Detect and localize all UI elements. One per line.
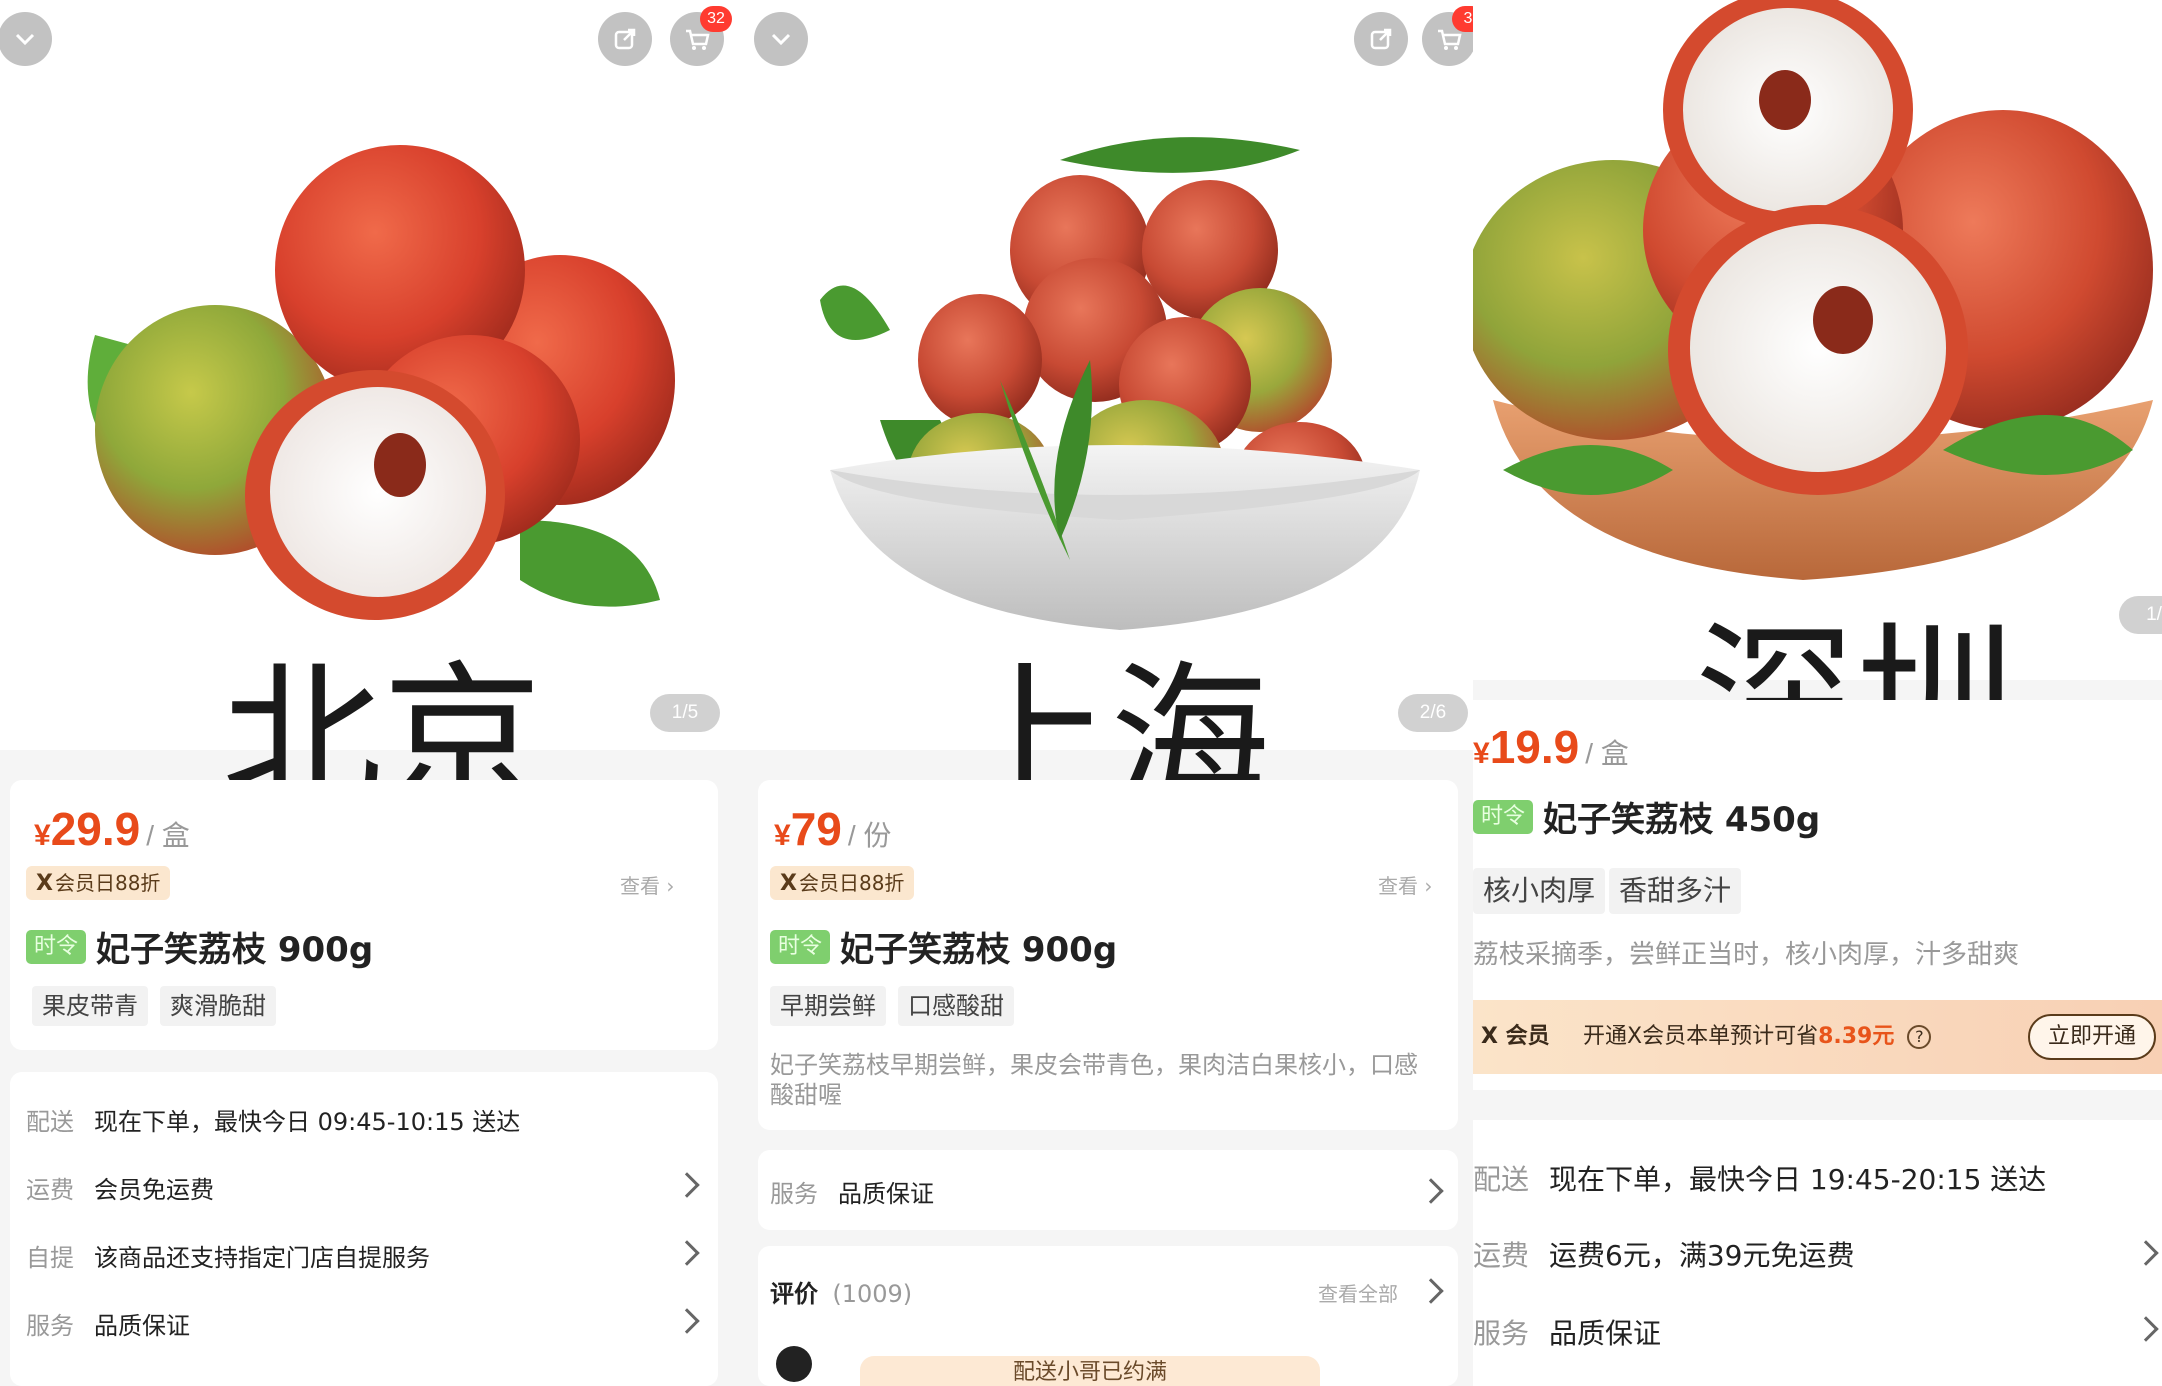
chevron-right-icon [674, 1172, 700, 1198]
chevron-right-icon [1418, 1178, 1444, 1204]
chevron-right-icon [2133, 1316, 2159, 1342]
feature-chip: 果皮带青 [32, 986, 148, 1026]
price-card: ¥79/ 份 X 会员日88折 查看 › 时令 妃子笑荔枝 900g 早期尝鲜 口… [758, 780, 1458, 1130]
chevron-right-icon [674, 1240, 700, 1266]
product-description: 荔枝采摘季，尝鲜正当时，核小肉厚，汁多甜爽 [1473, 940, 2020, 970]
product-title-row: 时令 妃子笑荔枝 900g [770, 922, 1117, 971]
seasonal-tag: 时令 [1473, 799, 1534, 834]
service-row: 服务 品质保证 [770, 1180, 934, 1208]
collapse-button[interactable] [0, 12, 52, 66]
comparison-collage: 32 1/5 北京 ¥29.9/ 盒 X 会员日88折 查看 › 时令 妃子笑荔枝… [0, 0, 2162, 1386]
feature-chip: 爽滑脆甜 [160, 986, 276, 1026]
service-row[interactable]: 服务 品质保证 [1473, 1312, 1661, 1352]
delivery-row: 配送 现在下单，最快今日 09:45-10:15 送达 [26, 1108, 521, 1136]
cart-count-badge: 32 [700, 6, 732, 32]
delivery-full-banner: 配送小哥已约满 [860, 1356, 1320, 1386]
service-row[interactable]: 服务 品质保证 [26, 1306, 190, 1341]
share-icon [614, 28, 636, 50]
lychee-photo [87, 145, 675, 620]
vip-upsell-bar: X 会员 开通X会员本单预计可省8.39元 ? 立即开通 [1473, 1000, 2162, 1074]
avatar [776, 1346, 812, 1382]
activate-vip-button[interactable]: 立即开通 [2028, 1014, 2156, 1060]
product-title-row: 时令 妃子笑荔枝 450g [1473, 792, 1820, 841]
delivery-row: 配送 现在下单，最快今日 19:45-20:15 送达 [1473, 1163, 2047, 1196]
price: ¥19.9/ 盒 [1473, 721, 1629, 773]
product-title: 妃子笑荔枝 900g [96, 930, 374, 970]
share-button[interactable] [1354, 12, 1408, 66]
chevron-right-icon [2133, 1240, 2159, 1266]
shipping-fee-row[interactable]: 运费 会员免运费 [26, 1170, 214, 1205]
shenzhen-product-screen: 1/ 深圳 ¥19.9/ 盒 时令 妃子笑荔枝 450g 核小肉厚 香甜多汁 荔… [1473, 0, 2162, 1386]
info-card: 配送 现在下单，最快今日 19:45-20:15 送达 运费 运费6元，满39元免运… [1473, 1120, 2162, 1386]
shanghai-product-screen: 3 2/6 上海 ¥79/ 份 X 会员日88折 查看 › 时令 妃子笑荔枝 90… [740, 0, 1473, 1386]
collapse-button[interactable] [754, 12, 808, 66]
price: ¥29.9/ 盒 [34, 803, 190, 855]
beijing-product-screen: 32 1/5 北京 ¥29.9/ 盒 X 会员日88折 查看 › 时令 妃子笑荔枝… [0, 0, 740, 1386]
view-member-link[interactable]: 查看 › [1378, 870, 1432, 899]
view-member-link[interactable]: 查看 › [620, 870, 674, 899]
share-button[interactable] [598, 12, 652, 66]
share-icon [1370, 28, 1392, 50]
product-image-gallery[interactable]: 3 2/6 [740, 0, 1473, 750]
image-pager: 1/ [2119, 596, 2162, 634]
cart-count-badge: 3 [1452, 6, 1473, 32]
product-description: 妃子笑荔枝早期尝鲜，果皮会带青色，果肉洁白果核小，口感酸甜喔 [770, 1051, 1418, 1109]
product-title: 妃子笑荔枝 450g [1543, 800, 1821, 840]
pickup-row[interactable]: 自提 该商品还支持指定门店自提服务 [26, 1238, 430, 1273]
price: ¥79/ 份 [774, 803, 892, 855]
feature-chip: 早期尝鲜 [770, 986, 886, 1026]
cart-button[interactable]: 3 [1422, 6, 1473, 66]
reviews-count: (1009) [832, 1280, 913, 1308]
product-title-row: 时令 妃子笑荔枝 900g [26, 922, 373, 971]
price-card: ¥19.9/ 盒 时令 妃子笑荔枝 450g 核小肉厚 香甜多汁 荔枝采摘季，尝… [1473, 700, 2162, 1090]
member-day-tag[interactable]: X 会员日88折 [770, 866, 915, 900]
lychee-plate-photo [1473, 0, 2153, 580]
feature-chip: 香甜多汁 [1609, 868, 1742, 914]
reviews-header: 评价 (1009) [770, 1280, 913, 1308]
shipping-fee-row[interactable]: 运费 运费6元，满39元免运费 [1473, 1234, 1854, 1274]
vip-logo: X 会员 [1481, 1024, 1550, 1049]
feature-chip: 核小肉厚 [1473, 868, 1606, 914]
chevron-right-icon [1418, 1278, 1444, 1304]
seasonal-tag: 时令 [770, 929, 831, 964]
info-card: 配送 现在下单，最快今日 09:45-10:15 送达 运费 会员免运费 自提 该商品… [10, 1072, 718, 1386]
lychee-bowl-photo [820, 137, 1420, 630]
product-image-gallery[interactable]: 32 1/5 [0, 0, 740, 750]
price-card: ¥29.9/ 盒 X 会员日88折 查看 › 时令 妃子笑荔枝 900g 果皮带青… [10, 780, 718, 1050]
chevron-right-icon [674, 1308, 700, 1334]
image-pager: 2/6 [1398, 694, 1468, 732]
member-day-tag[interactable]: X 会员日88折 [26, 866, 171, 900]
image-pager: 1/5 [650, 694, 720, 732]
chevron-down-icon [771, 33, 791, 46]
product-title: 妃子笑荔枝 900g [840, 930, 1118, 970]
cart-button[interactable]: 32 [670, 6, 732, 66]
question-circle-icon[interactable]: ? [1907, 1025, 1932, 1049]
seasonal-tag: 时令 [26, 929, 87, 964]
product-image-gallery[interactable]: 1/ [1473, 0, 2162, 680]
feature-chip: 口感酸甜 [898, 986, 1014, 1026]
service-card[interactable]: 服务 品质保证 [758, 1150, 1458, 1230]
chevron-down-icon [15, 33, 35, 46]
view-all-reviews-link[interactable]: 查看全部 [1318, 1278, 1398, 1307]
vip-savings-text: 开通X会员本单预计可省8.39元 ? [1583, 1018, 1932, 1056]
